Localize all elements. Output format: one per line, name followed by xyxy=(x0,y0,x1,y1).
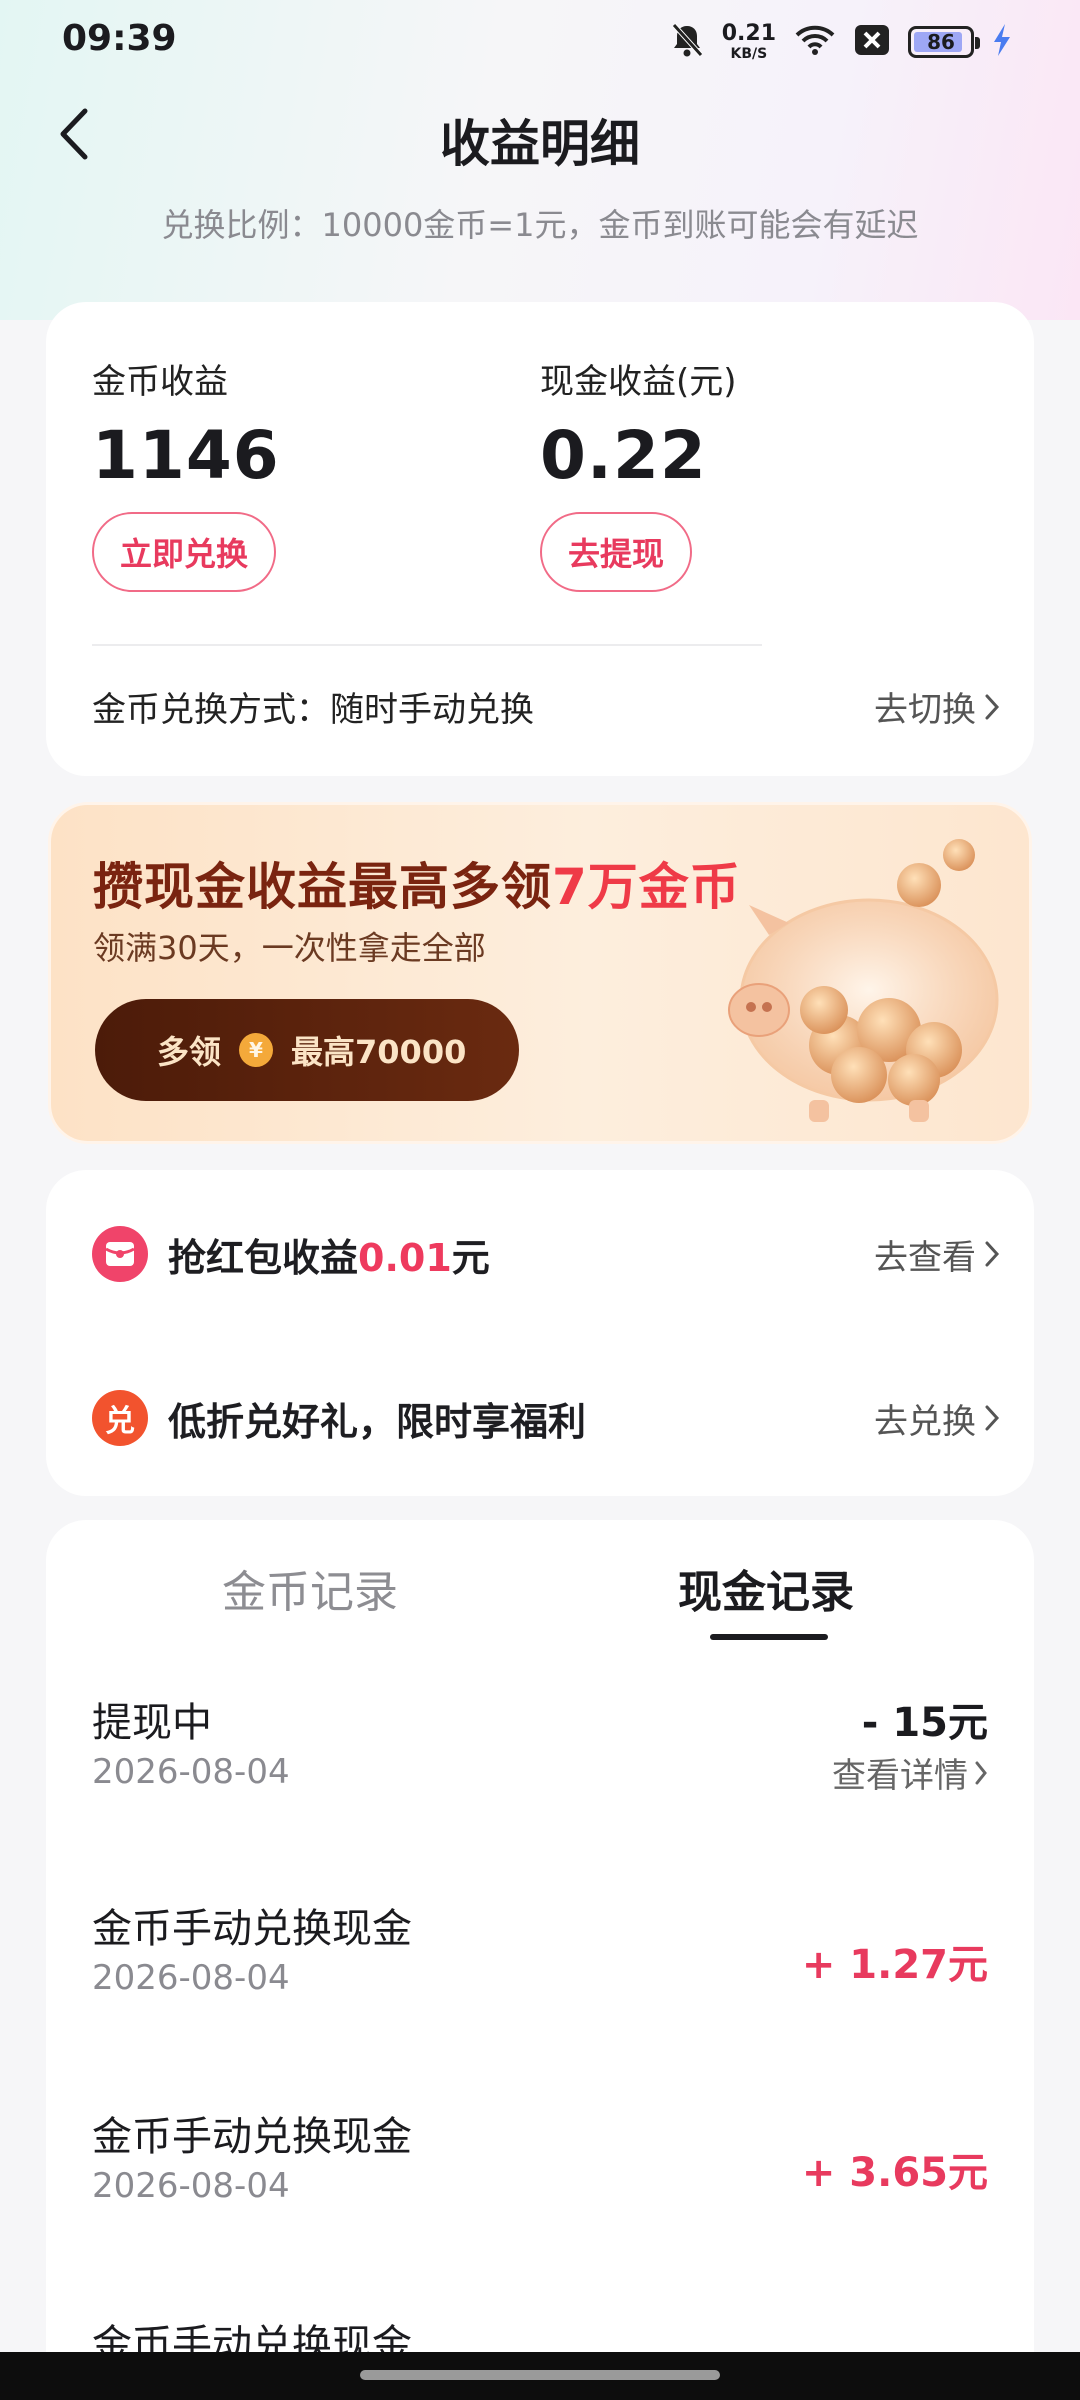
view-link[interactable]: 去查看 xyxy=(874,1230,1000,1279)
page-title: 收益明细 xyxy=(440,115,640,173)
coin-icon: ¥ xyxy=(239,1033,274,1067)
record-row[interactable]: 金币手动兑换现金 2026-08-04 + 1.27元 xyxy=(92,1896,988,2046)
coin-earnings: 金币收益 1146 立即兑换 xyxy=(92,354,280,592)
network-speed: 0.21 KB/S xyxy=(721,21,776,62)
red-envelope-label: 抢红包收益 xyxy=(168,1235,359,1280)
chevron-right-icon xyxy=(985,694,1000,719)
shortcut-links-card: 抢红包收益0.01元 去查看 兑 低折兑好礼，限时享福利 去兑换 xyxy=(46,1170,1034,1496)
red-envelope-row[interactable]: 抢红包收益0.01元 去查看 xyxy=(92,1214,1000,1294)
promo-banner[interactable]: 攒现金收益最高多领7万金币 领满30天，一次性拿走全部 多领 ¥ 最高70000 xyxy=(48,802,1032,1144)
status-time: 09:39 xyxy=(62,18,177,59)
tab-coin-records[interactable]: 金币记录 xyxy=(222,1556,398,1620)
records-card: 金币记录 现金记录 提现中 2026-08-04 - 15元 查看详情 金币手动… xyxy=(46,1520,1034,2400)
switch-mode-link[interactable]: 去切换 xyxy=(874,682,1000,731)
battery-icon: 86 xyxy=(908,26,980,58)
red-envelope-text: 抢红包收益0.01元 xyxy=(168,1227,490,1282)
network-speed-value: 0.21 xyxy=(721,21,776,46)
record-date: 2026-08-04 xyxy=(92,2166,290,2206)
discount-exchange-row[interactable]: 兑 低折兑好礼，限时享福利 去兑换 xyxy=(92,1378,1000,1458)
view-link-label: 去查看 xyxy=(874,1237,976,1278)
chevron-right-icon xyxy=(975,1761,987,1784)
promo-claim-button[interactable]: 多领 ¥ 最高70000 xyxy=(95,999,519,1101)
mute-bell-icon xyxy=(670,22,704,62)
chevron-right-icon xyxy=(985,1405,1000,1431)
system-navigation-bar xyxy=(0,2352,1080,2400)
record-title: 金币手动兑换现金 xyxy=(92,2114,412,2160)
home-gesture-handle[interactable] xyxy=(360,2370,720,2380)
record-amount: + 3.65元 xyxy=(801,2150,988,2196)
promo-button-prefix: 多领 xyxy=(157,1033,222,1071)
go-exchange-link[interactable]: 去兑换 xyxy=(874,1394,1000,1443)
status-icons: 0.21 KB/S 86 xyxy=(670,20,1012,64)
discount-exchange-text: 低折兑好礼，限时享福利 xyxy=(168,1399,587,1444)
record-row[interactable]: 金币手动兑换现金 2026-08-04 + 3.65元 xyxy=(92,2104,988,2254)
view-details-label: 查看详情 xyxy=(832,1756,968,1796)
coin-earnings-label: 金币收益 xyxy=(92,362,228,402)
earnings-card: 金币收益 1146 立即兑换 现金收益(元) 0.22 去提现 金币兑换方式：随… xyxy=(46,302,1034,776)
tab-cash-records[interactable]: 现金记录 xyxy=(678,1556,854,1620)
divider xyxy=(92,644,762,646)
promo-subtitle: 领满30天，一次性拿走全部 xyxy=(93,929,486,967)
status-bar: 09:39 0.21 KB/S 86 xyxy=(0,0,1080,84)
piggy-bank-icon xyxy=(728,839,999,1122)
withdraw-button[interactable]: 去提现 xyxy=(540,512,693,592)
red-envelope-unit: 元 xyxy=(451,1235,490,1280)
exchange-now-button[interactable]: 立即兑换 xyxy=(92,512,277,592)
exchange-icon: 兑 xyxy=(92,1390,148,1446)
red-envelope-amount: 0.01 xyxy=(358,1235,452,1280)
close-box-icon xyxy=(854,24,890,60)
charging-bolt-icon xyxy=(992,23,1012,61)
promo-title: 攒现金收益最高多领7万金币 xyxy=(93,847,741,919)
coin-earnings-value: 1146 xyxy=(92,417,280,494)
promo-title-main: 攒现金收益最高多领 xyxy=(93,858,552,916)
network-speed-unit: KB/S xyxy=(730,46,768,62)
cash-earnings: 现金收益(元) 0.22 去提现 xyxy=(540,354,737,592)
exchange-ratio-note: 兑换比例：10000金币=1元，金币到账可能会有延迟 xyxy=(161,206,919,244)
go-exchange-label: 去兑换 xyxy=(874,1401,976,1442)
chevron-right-icon xyxy=(985,1241,1000,1267)
cash-earnings-value: 0.22 xyxy=(540,417,707,494)
record-row[interactable]: 提现中 2026-08-04 - 15元 查看详情 xyxy=(92,1690,988,1840)
cash-earnings-label: 现金收益(元) xyxy=(540,362,737,402)
record-date: 2026-08-04 xyxy=(92,1752,290,1792)
switch-mode-label: 去切换 xyxy=(874,690,976,730)
battery-level: 86 xyxy=(927,30,955,54)
wifi-icon xyxy=(794,24,836,60)
record-date: 2026-08-04 xyxy=(92,1958,290,1998)
record-title: 金币手动兑换现金 xyxy=(92,1906,412,1952)
view-details-link[interactable]: 查看详情 xyxy=(832,1748,988,1797)
record-amount: + 1.27元 xyxy=(801,1942,988,1988)
promo-button-suffix: 最高70000 xyxy=(291,1033,467,1071)
red-envelope-icon xyxy=(92,1226,148,1282)
active-tab-indicator xyxy=(710,1634,828,1640)
record-amount: - 15元 xyxy=(861,1700,988,1746)
exchange-mode-label: 金币兑换方式：随时手动兑换 xyxy=(92,690,534,730)
record-title: 提现中 xyxy=(92,1700,212,1746)
